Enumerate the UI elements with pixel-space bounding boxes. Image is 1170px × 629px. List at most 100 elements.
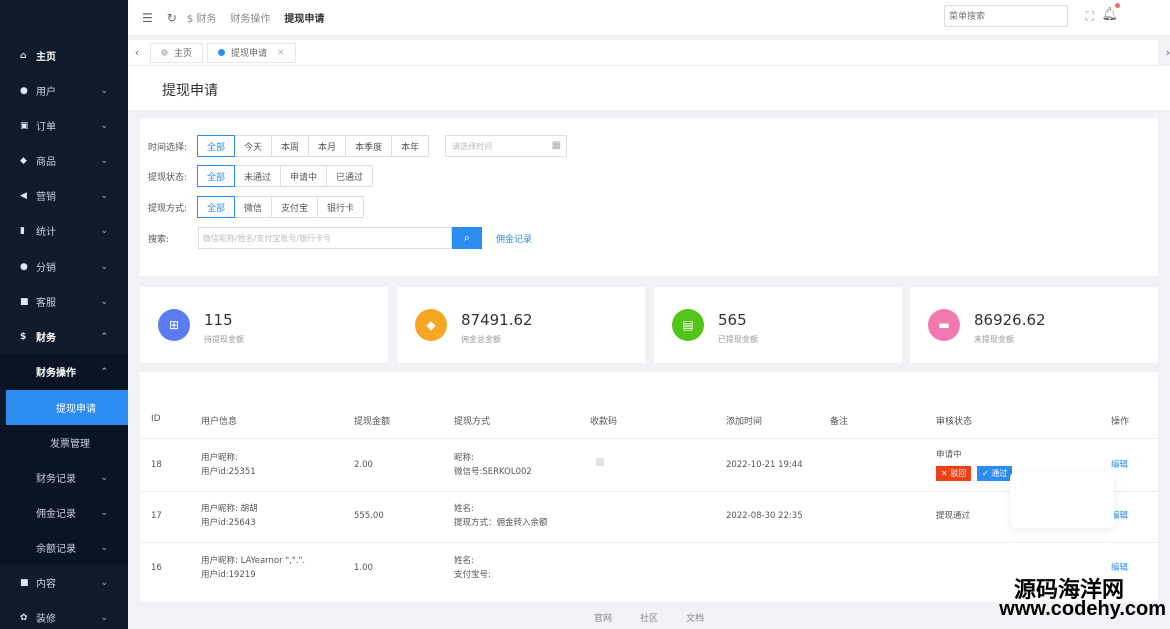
watermark-url: www.codehy.com [999, 598, 1166, 620]
commission-record-link[interactable]: 佣金记录 [496, 232, 532, 245]
cell-method-line2: 提现方式：佣金转入余额 [454, 518, 548, 528]
sidebar-item-label: 分销 [36, 263, 56, 274]
time-opt-week[interactable]: 本周 [271, 135, 310, 157]
breadcrumb-finance[interactable]: $ 财务 [187, 10, 217, 25]
status-opt-pending[interactable]: 申请中 [280, 165, 328, 187]
content-icon: ■ [20, 577, 29, 588]
menu-fold-icon[interactable]: ☰ [142, 11, 153, 25]
user-icon: ● [20, 85, 28, 96]
sidebar-item-service[interactable]: ■ 客服 ⌄ [0, 284, 128, 319]
sidebar-item-label: 订单 [36, 122, 56, 133]
refresh-icon[interactable]: ↻ [167, 11, 177, 25]
time-filter-label: 时间选择: [148, 142, 188, 153]
cart-icon: ▣ [20, 120, 29, 131]
time-opt-quarter[interactable]: 本季度 [345, 135, 393, 157]
sidebar-item-label: 提现申请 [56, 404, 96, 415]
edit-link[interactable]: 编辑 [1111, 458, 1128, 470]
sidebar: ⌂ 主页 ● 用户 ⌄ ▣ 订单 ⌄ ◆ 商品 ⌄ ◀ 营销 ⌄ ▮ 统计 ⌄ … [0, 0, 128, 629]
cell-time: 2022-10-21 19:44 [726, 460, 803, 470]
sidebar-item-label: 佣金记录 [36, 509, 76, 520]
sidebar-item-commission-record[interactable]: 佣金记录 ⌄ [0, 495, 128, 530]
stats-icon: ▮ [20, 225, 25, 236]
close-icon[interactable]: × [277, 48, 285, 58]
sidebar-item-label: 发票管理 [50, 439, 90, 450]
decorate-icon: ✿ [20, 612, 28, 623]
col-header-user: 用户信息 [201, 417, 238, 427]
stat-card-not-withdrawn: ▬ 86926.62 未提现金额 [910, 287, 1158, 363]
approve-label: 通过 [991, 469, 1008, 478]
chevron-down-icon: ⌄ [100, 542, 108, 553]
sidebar-item-finance[interactable]: $ 财务 ⌃ [0, 319, 128, 354]
date-picker[interactable]: 请选择时间 ▦ [445, 135, 568, 157]
sidebar-item-marketing[interactable]: ◀ 营销 ⌄ [0, 178, 128, 213]
sidebar-item-decorate[interactable]: ✿ 装修 ⌄ [0, 600, 128, 629]
sidebar-item-home[interactable]: ⌂ 主页 [0, 38, 128, 73]
sidebar-item-label: 用户 [36, 87, 56, 98]
fullscreen-icon[interactable]: ⛶ [1086, 9, 1094, 24]
sidebar-item-label: 财务记录 [36, 474, 76, 485]
tab-bar: ‹ 主页 提现申请 × › [128, 40, 1170, 66]
method-opt-alipay[interactable]: 支付宝 [271, 196, 319, 218]
sidebar-item-finance-record[interactable]: 财务记录 ⌄ [0, 460, 128, 495]
sidebar-item-goods[interactable]: ◆ 商品 ⌄ [0, 143, 128, 178]
sidebar-item-content[interactable]: ■ 内容 ⌄ [0, 565, 128, 600]
time-opt-month[interactable]: 本月 [308, 135, 347, 157]
stat-label: 待提现金额 [204, 335, 244, 344]
time-opt-all[interactable]: 全部 [197, 135, 236, 157]
approve-button[interactable]: ✓ 通过 [977, 466, 1013, 481]
sidebar-item-invoice[interactable]: 发票管理 [0, 425, 128, 460]
keyword-search-input[interactable]: 微信昵称/姓名/支付宝账号/银行卡号 [198, 227, 452, 249]
status-opt-approved[interactable]: 已通过 [326, 165, 374, 187]
time-opt-year[interactable]: 本年 [391, 135, 430, 157]
footer-link-community[interactable]: 社区 [640, 611, 658, 624]
cell-amount: 2.00 [354, 460, 373, 470]
status-opt-all[interactable]: 全部 [197, 165, 236, 187]
home-icon: ⌂ [20, 50, 27, 61]
status-opt-rejected[interactable]: 未通过 [234, 165, 282, 187]
sidebar-item-withdraw-apply[interactable]: 提现申请 [6, 390, 128, 425]
tab-scroll-right-icon[interactable]: › [1166, 46, 1170, 59]
sidebar-item-stats[interactable]: ▮ 统计 ⌄ [0, 213, 128, 248]
sidebar-item-balance-record[interactable]: 余额记录 ⌄ [0, 530, 128, 565]
chevron-down-icon: ⌄ [100, 261, 108, 272]
stat-card-withdrawn: ▤ 565 已提现金额 [654, 287, 902, 363]
sidebar-item-label: 装修 [36, 614, 56, 625]
method-opt-all[interactable]: 全部 [197, 196, 236, 218]
reject-button[interactable]: ✕ 驳回 [936, 466, 972, 481]
filter-card: 时间选择: 全部 今天 本周 本月 本季度 本年 请选择时间 ▦ 提现状态: 全… [140, 118, 1158, 276]
cell-id: 18 [151, 460, 162, 470]
tab-home[interactable]: 主页 [150, 42, 204, 63]
time-opt-today[interactable]: 今天 [234, 135, 273, 157]
cell-amount: 1.00 [354, 563, 373, 573]
method-opt-wechat[interactable]: 微信 [234, 196, 273, 218]
tab-withdraw-apply[interactable]: 提现申请 × [207, 42, 296, 63]
tab-label: 提现申请 [231, 49, 268, 59]
notification-dot [1115, 3, 1120, 8]
footer-link-official[interactable]: 官网 [594, 611, 612, 624]
chevron-down-icon: ⌄ [100, 225, 108, 236]
menu-search-input[interactable] [944, 5, 1068, 27]
chevron-down-icon: ⌄ [100, 190, 108, 201]
method-opt-bank[interactable]: 银行卡 [317, 196, 365, 218]
cell-id: 16 [151, 563, 162, 573]
breadcrumb-ops[interactable]: 财务操作 [230, 10, 270, 25]
tab-dot [161, 49, 168, 56]
sidebar-item-user[interactable]: ● 用户 ⌄ [0, 73, 128, 108]
close-icon: ✕ [941, 469, 951, 478]
service-icon: ■ [20, 296, 29, 307]
status-filter-group: 全部 未通过 申请中 已通过 [197, 165, 374, 187]
bell-icon[interactable]: 🔔︎ [1101, 7, 1118, 22]
cell-method-line1: 昵称: [454, 453, 474, 463]
qrcode-thumbnail[interactable] [596, 458, 604, 466]
sidebar-item-order[interactable]: ▣ 订单 ⌄ [0, 108, 128, 143]
search-button[interactable]: ⌕ [452, 227, 482, 249]
cell-amount: 555.00 [354, 511, 384, 521]
tab-scroll-left-icon[interactable]: ‹ [128, 46, 146, 59]
cell-user-id: 用户id:25351 [201, 467, 256, 477]
search-label: 搜索: [148, 234, 170, 245]
cell-id: 17 [151, 511, 162, 521]
footer-link-docs[interactable]: 文档 [686, 611, 704, 624]
sidebar-item-distribution[interactable]: ● 分销 ⌄ [0, 249, 128, 284]
withdraw-table: ID 用户信息 提现金额 提现方式 收款码 添加时间 备注 审核状态 操作 18… [140, 372, 1158, 602]
sidebar-item-finance-ops[interactable]: 财务操作 ⌃ [0, 354, 128, 389]
